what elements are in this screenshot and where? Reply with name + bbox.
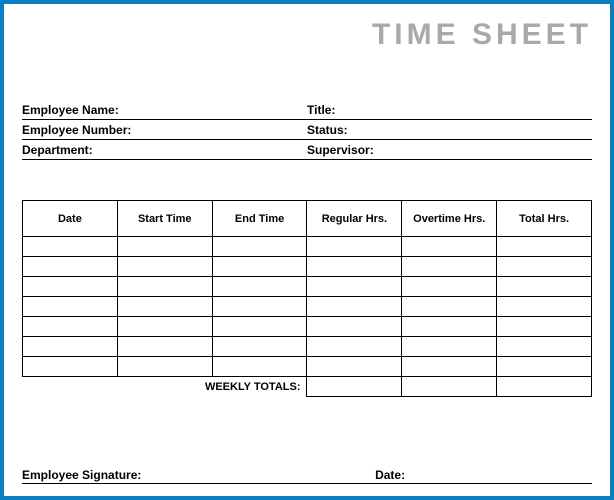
table-cell[interactable]	[117, 317, 212, 337]
table-cell[interactable]	[497, 237, 592, 257]
supervisor-field[interactable]: Supervisor:	[307, 140, 592, 160]
table-cell[interactable]	[307, 237, 402, 257]
table-cell[interactable]	[307, 337, 402, 357]
table-row	[23, 317, 592, 337]
table-cell[interactable]	[402, 337, 497, 357]
table-cell[interactable]	[23, 357, 118, 377]
table-cell[interactable]	[117, 257, 212, 277]
title-field[interactable]: Title:	[307, 100, 592, 120]
employee-number-field[interactable]: Employee Number:	[22, 120, 307, 140]
employee-info: Employee Name: Employee Number: Departme…	[22, 100, 592, 160]
table-cell[interactable]	[402, 257, 497, 277]
table-cell[interactable]	[307, 297, 402, 317]
table-cell[interactable]	[212, 257, 307, 277]
table-row	[23, 257, 592, 277]
table-cell[interactable]	[117, 237, 212, 257]
table-cell[interactable]	[307, 317, 402, 337]
table-row	[23, 357, 592, 377]
weekly-total-regular[interactable]	[307, 377, 402, 397]
table-cell[interactable]	[212, 277, 307, 297]
employee-name-field[interactable]: Employee Name:	[22, 100, 307, 120]
weekly-totals-label: WEEKLY TOTALS:	[117, 377, 307, 397]
table-cell[interactable]	[497, 317, 592, 337]
table-cell[interactable]	[212, 337, 307, 357]
table-cell[interactable]	[117, 277, 212, 297]
table-cell[interactable]	[402, 357, 497, 377]
table-cell[interactable]	[23, 337, 118, 357]
table-cell[interactable]	[307, 357, 402, 377]
col-date: Date	[23, 201, 118, 237]
col-overtime-hrs: Overtime Hrs.	[402, 201, 497, 237]
table-row	[23, 277, 592, 297]
department-field[interactable]: Department:	[22, 140, 307, 160]
table-cell[interactable]	[497, 257, 592, 277]
table-row	[23, 237, 592, 257]
weekly-totals-row: WEEKLY TOTALS:	[23, 377, 592, 397]
col-start-time: Start Time	[117, 201, 212, 237]
info-right-column: Title: Status: Supervisor:	[307, 100, 592, 160]
status-field[interactable]: Status:	[307, 120, 592, 140]
table-cell[interactable]	[402, 237, 497, 257]
table-cell[interactable]	[117, 297, 212, 317]
table-cell[interactable]	[402, 277, 497, 297]
table-cell[interactable]	[402, 297, 497, 317]
table-header-row: Date Start Time End Time Regular Hrs. Ov…	[23, 201, 592, 237]
table-cell[interactable]	[497, 277, 592, 297]
table-cell[interactable]	[212, 317, 307, 337]
table-cell[interactable]	[307, 257, 402, 277]
page-title: TIME SHEET	[22, 18, 592, 52]
employee-signature-field[interactable]: Employee Signature:	[22, 468, 369, 484]
table-cell[interactable]	[212, 357, 307, 377]
timesheet-table: Date Start Time End Time Regular Hrs. Ov…	[22, 200, 592, 397]
timesheet-page: TIME SHEET Employee Name: Employee Numbe…	[0, 0, 614, 500]
weekly-total-total[interactable]	[497, 377, 592, 397]
table-cell[interactable]	[23, 237, 118, 257]
table-cell[interactable]	[23, 317, 118, 337]
table-cell[interactable]	[497, 297, 592, 317]
table-cell[interactable]	[212, 237, 307, 257]
footer: Employee Signature: Date:	[22, 468, 592, 484]
table-cell[interactable]	[497, 357, 592, 377]
table-cell[interactable]	[23, 277, 118, 297]
table-cell[interactable]	[307, 277, 402, 297]
weekly-total-overtime[interactable]	[402, 377, 497, 397]
table-cell[interactable]	[117, 337, 212, 357]
table-cell[interactable]	[23, 257, 118, 277]
table-cell[interactable]	[23, 297, 118, 317]
info-left-column: Employee Name: Employee Number: Departme…	[22, 100, 307, 160]
table-cell[interactable]	[212, 297, 307, 317]
table-row	[23, 337, 592, 357]
table-cell[interactable]	[117, 357, 212, 377]
table-cell[interactable]	[497, 337, 592, 357]
date-field[interactable]: Date:	[369, 468, 592, 484]
col-end-time: End Time	[212, 201, 307, 237]
table-row	[23, 297, 592, 317]
col-total-hrs: Total Hrs.	[497, 201, 592, 237]
col-regular-hrs: Regular Hrs.	[307, 201, 402, 237]
table-cell[interactable]	[402, 317, 497, 337]
